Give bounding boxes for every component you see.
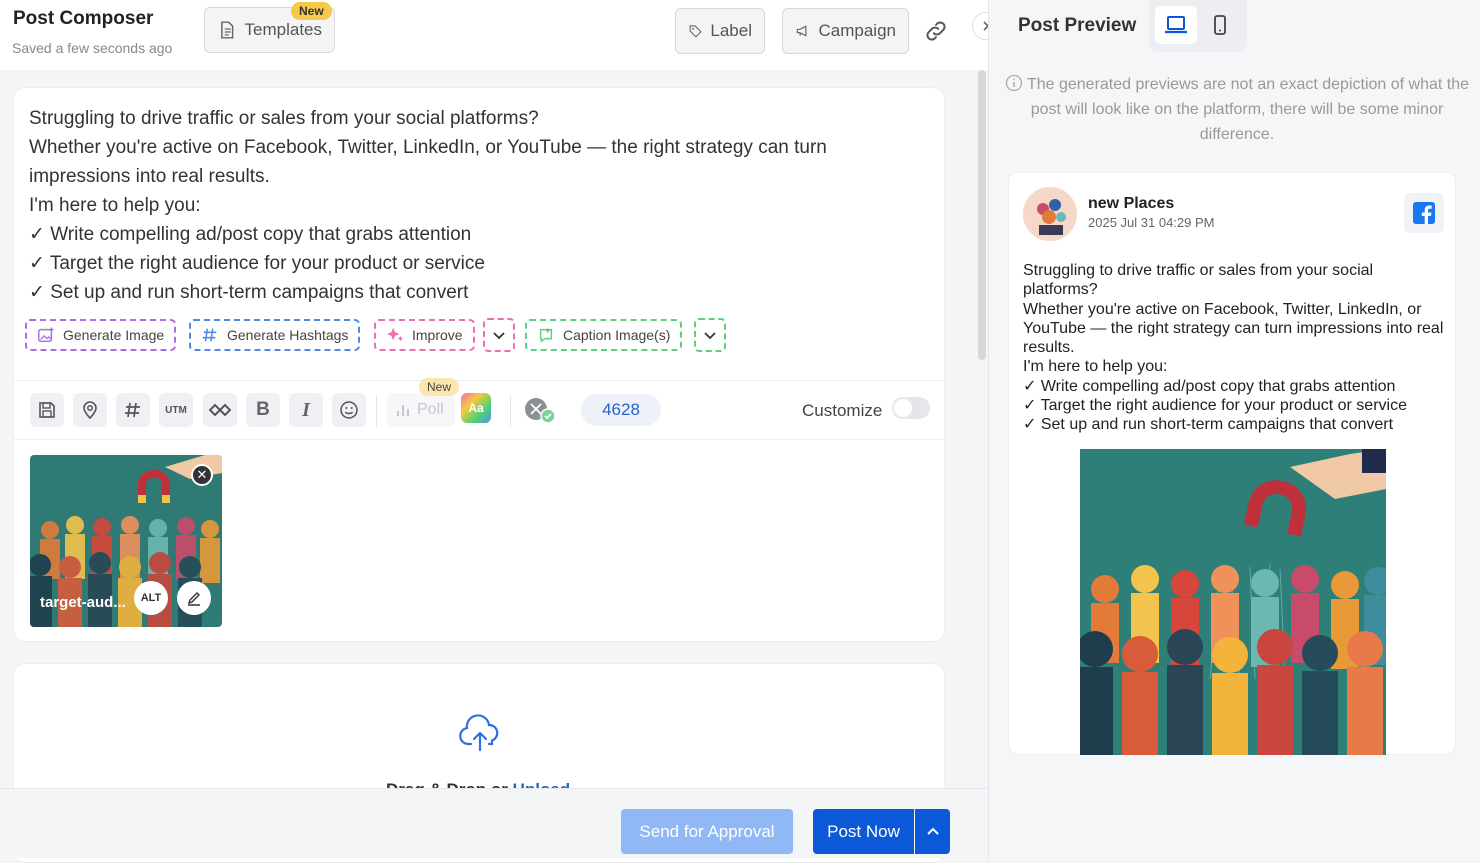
x-account-icon[interactable] <box>524 397 560 425</box>
caption-dropdown[interactable] <box>694 318 726 352</box>
preview-notice-text: The generated previews are not an exact … <box>1026 76 1470 143</box>
font-style-button[interactable]: Aa <box>461 393 491 423</box>
preview-line: ✓ Set up and run short-term campaigns th… <box>1023 416 1394 434</box>
post-line: I'm here to help you: <box>29 195 201 216</box>
bold-button[interactable]: B <box>246 393 280 427</box>
mobile-view-button[interactable] <box>1199 6 1241 44</box>
post-line: ✓ Target the right audience for your pro… <box>29 253 485 274</box>
preview-title: Post Preview <box>1018 15 1137 36</box>
preview-line: ✓ Target the right audience for your pro… <box>1023 397 1407 415</box>
poll-label: Poll <box>417 401 444 418</box>
link-icon[interactable] <box>923 18 949 49</box>
scrollbar[interactable] <box>978 70 986 360</box>
preview-line: Whether you're active on Facebook, Twitt… <box>1023 300 1444 357</box>
character-count: 4628 <box>581 394 661 426</box>
generate-image-button[interactable]: Generate Image <box>25 319 177 351</box>
send-for-approval-button[interactable]: Send for Approval <box>621 809 793 854</box>
cloud-upload-icon[interactable] <box>459 714 501 757</box>
alt-text-button[interactable]: ALT <box>134 581 168 615</box>
composer-footer: Send for Approval Post Now <box>0 788 988 858</box>
editor-toolbar: UTM B I Poll New Aa 4628 Customize <box>14 378 946 440</box>
campaign-button[interactable]: Campaign <box>782 8 909 54</box>
editor-card: Struggling to drive traffic or sales fro… <box>13 87 946 642</box>
poll-button[interactable]: Poll <box>387 393 455 427</box>
post-textarea[interactable]: Struggling to drive traffic or sales fro… <box>29 104 909 307</box>
emoji-icon[interactable] <box>332 393 366 427</box>
laptop-icon <box>1165 16 1187 34</box>
preview-line: ✓ Write compelling ad/post copy that gra… <box>1023 377 1396 395</box>
label-button-text: Label <box>710 21 752 40</box>
tag-icon <box>689 25 702 38</box>
remove-media-button[interactable]: ✕ <box>191 464 213 486</box>
preview-image <box>1077 449 1392 763</box>
toolbar-divider <box>376 395 377 427</box>
campaign-button-text: Campaign <box>818 21 897 40</box>
edit-media-button[interactable] <box>177 581 211 615</box>
preview-notice: The generated previews are not an exact … <box>1001 72 1473 147</box>
templates-new-badge: New <box>291 2 332 20</box>
post-line: Whether you're active on Facebook, Twitt… <box>29 137 827 187</box>
phone-icon <box>1214 15 1226 35</box>
save-status: Saved a few seconds ago <box>12 40 173 56</box>
megaphone-icon <box>796 25 807 37</box>
location-icon[interactable] <box>73 393 107 427</box>
facebook-icon <box>1404 193 1444 233</box>
post-line: Struggling to drive traffic or sales fro… <box>29 108 539 129</box>
composer-header: Post Composer Saved a few seconds ago Te… <box>0 0 988 70</box>
caption-images-button[interactable]: Caption Image(s) <box>525 319 683 351</box>
bar-chart-icon <box>397 405 409 416</box>
customize-toggle[interactable] <box>892 397 930 419</box>
media-filename: target-aud... <box>40 594 126 611</box>
page-title: Post Composer <box>13 8 154 29</box>
toolbar-divider <box>510 395 511 427</box>
sparkle-icon <box>386 327 404 342</box>
generate-hashtags-label: Generate Hashtags <box>227 327 349 343</box>
label-button[interactable]: Label <box>675 8 765 54</box>
hashtag-icon <box>202 328 217 342</box>
preview-post-text: Struggling to drive traffic or sales fro… <box>1023 261 1447 435</box>
preview-line: I'm here to help you: <box>1023 358 1168 376</box>
composer-panel: Post Composer Saved a few seconds ago Te… <box>0 0 988 863</box>
post-line: ✓ Write compelling ad/post copy that gra… <box>29 224 472 245</box>
document-icon <box>221 21 234 39</box>
image-sparkle-icon <box>38 326 55 343</box>
link-shortener-icon[interactable] <box>203 393 237 427</box>
post-options-button[interactable] <box>915 809 950 854</box>
chevron-up-icon <box>926 827 939 835</box>
caption-icon <box>539 327 553 343</box>
utm-button[interactable]: UTM <box>159 393 193 427</box>
customize-label: Customize <box>802 401 883 420</box>
preview-panel: Post Preview The generated previews are … <box>988 0 1480 858</box>
improve-dropdown[interactable] <box>483 318 515 352</box>
desktop-view-button[interactable] <box>1155 6 1197 44</box>
templates-label: Templates <box>244 20 322 39</box>
device-toggle <box>1149 0 1247 52</box>
pencil-icon <box>187 592 200 606</box>
avatar <box>1023 187 1077 241</box>
improve-button[interactable]: Improve <box>374 319 475 351</box>
post-line: ✓ Set up and run short-term campaigns th… <box>29 282 469 303</box>
info-icon <box>1005 74 1023 92</box>
chevron-down-icon <box>704 332 716 340</box>
post-date: 2025 Jul 31 04:29 PM <box>1088 215 1215 230</box>
generate-hashtags-button[interactable]: Generate Hashtags <box>189 319 361 351</box>
facebook-preview-card: new Places 2025 Jul 31 04:29 PM Struggli… <box>1008 172 1456 763</box>
save-draft-icon[interactable] <box>30 393 64 427</box>
generate-image-label: Generate Image <box>63 327 165 343</box>
preview-line: Struggling to drive traffic or sales fro… <box>1023 262 1374 299</box>
caption-images-label: Caption Image(s) <box>563 327 671 343</box>
account-name: new Places <box>1088 195 1175 212</box>
media-thumbnail[interactable]: ✕ target-aud... ALT <box>30 455 222 627</box>
improve-label: Improve <box>412 327 463 343</box>
hashtag-tool-icon[interactable] <box>116 393 150 427</box>
poll-new-badge: New <box>419 378 460 396</box>
post-now-button[interactable]: Post Now <box>813 809 914 854</box>
chevron-down-icon <box>493 332 505 340</box>
italic-button[interactable]: I <box>289 393 323 427</box>
